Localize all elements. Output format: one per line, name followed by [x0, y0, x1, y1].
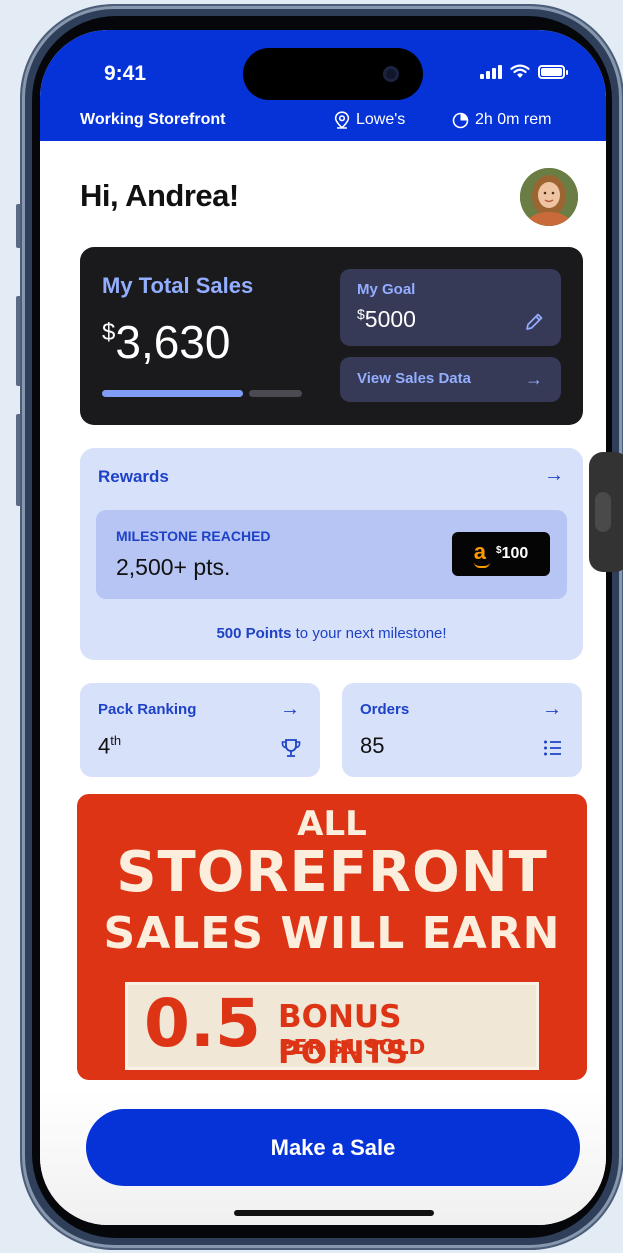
arrow-right-icon: → [542, 698, 562, 720]
milestone-panel: MILESTONE REACHED 2,500+ pts. a $100 [96, 510, 567, 599]
total-sales-card: My Total Sales $3,630 My Goal $5000 View… [80, 247, 583, 425]
gift-card-value: $100 [496, 545, 528, 563]
promo-banner[interactable]: ALL STOREFRONT SALES WILL EARN 0.5 BONUS… [77, 794, 587, 1080]
location-label: Lowe's [356, 111, 406, 128]
next-milestone-suffix: to your next milestone! [291, 625, 447, 642]
location-chip[interactable]: Lowe's [334, 111, 405, 129]
next-milestone-points: 500 Points [216, 625, 292, 642]
promo-bonus-number: 0.5 [144, 985, 261, 1062]
rewards-card[interactable]: Rewards → MILESTONE REACHED 2,500+ pts. … [80, 448, 583, 660]
pencil-icon[interactable] [523, 311, 545, 333]
avatar-image [520, 168, 578, 226]
sales-title: My Total Sales [102, 273, 254, 298]
milestone-label: MILESTONE REACHED [116, 528, 271, 544]
gift-card-amount: 100 [501, 545, 529, 562]
progress-track [249, 390, 302, 397]
progress-fill [102, 390, 243, 397]
greeting-heading: Hi, Andrea! [80, 178, 239, 213]
floating-side-tab[interactable] [589, 452, 623, 572]
arrow-right-icon[interactable]: → [544, 464, 564, 487]
orders-card[interactable]: Orders → 85 [342, 683, 582, 777]
goal-amount: 5000 [364, 306, 416, 332]
amazon-gift-card: a $100 [452, 532, 550, 576]
status-time: 9:41 [104, 62, 147, 85]
arrow-right-icon: → [525, 369, 543, 389]
promo-line-3: SALES WILL EARN [103, 908, 561, 959]
sales-amount-value: 3,630 [115, 316, 231, 368]
promo-line-2: STOREFRONT [116, 840, 548, 905]
view-sales-label: View Sales Data [357, 370, 471, 387]
goal-currency: $ [357, 306, 365, 322]
orders-value: 85 [360, 733, 385, 758]
session-info-bar: Working Storefront Lowe's 2h 0m rem [80, 108, 580, 138]
dynamic-island [243, 48, 423, 100]
battery-icon [538, 64, 568, 79]
make-sale-button[interactable]: Make a Sale [86, 1109, 580, 1186]
status-bar: 9:41 Working Storefront Lowe's 2h 0m rem [40, 30, 606, 141]
pack-ranking-value: 4th [98, 733, 121, 759]
goal-box[interactable]: My Goal $5000 [340, 269, 561, 346]
home-indicator[interactable] [234, 1210, 434, 1216]
sales-amount: $3,630 [102, 315, 230, 369]
promo-line-1: ALL [297, 804, 367, 844]
orders-title: Orders [360, 701, 410, 718]
list-icon [544, 740, 561, 756]
rank-number: 4 [98, 733, 111, 759]
sales-progress-bar [102, 390, 302, 397]
remaining-label: 2h 0m rem [475, 111, 552, 128]
system-icons [480, 64, 568, 79]
trophy-icon [281, 739, 301, 757]
goal-value: $5000 [357, 306, 416, 333]
arrow-right-icon: → [280, 698, 300, 720]
timer-icon [452, 112, 469, 128]
camera-icon [383, 66, 399, 82]
wifi-icon [510, 64, 530, 78]
amazon-logo-icon: a [473, 539, 491, 568]
rank-suffix: th [110, 733, 122, 748]
app-screen: 9:41 Working Storefront Lowe's 2h 0m rem… [40, 30, 606, 1225]
avatar[interactable] [520, 168, 578, 226]
pack-ranking-card[interactable]: Pack Ranking → 4th [80, 683, 320, 777]
signal-icon [480, 64, 502, 79]
pack-ranking-title: Pack Ranking [98, 701, 197, 718]
milestone-points: 2,500+ pts. [116, 554, 231, 580]
promo-bonus-box: 0.5 BONUS POINTS PER $1 SOLD [125, 982, 539, 1071]
time-remaining: 2h 0m rem [452, 111, 551, 129]
location-pin-icon [334, 111, 350, 129]
promo-per-label: PER $1 SOLD [279, 1035, 426, 1059]
currency-symbol: $ [102, 319, 116, 346]
rewards-title: Rewards [98, 467, 169, 486]
goal-label: My Goal [357, 281, 416, 298]
next-milestone-text: 500 Points to your next milestone! [80, 625, 583, 642]
mode-label: Working Storefront [80, 111, 226, 128]
view-sales-data-button[interactable]: View Sales Data → [340, 357, 561, 402]
